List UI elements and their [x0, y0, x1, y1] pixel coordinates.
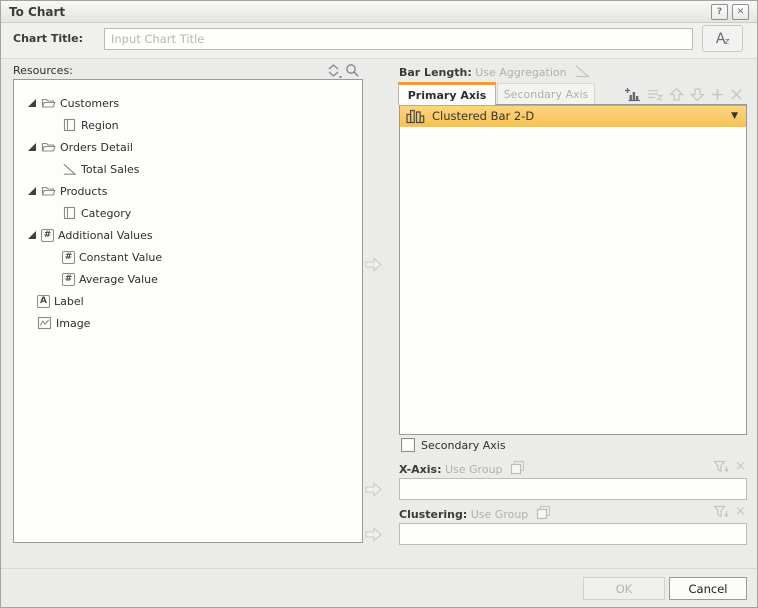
add-series-chart-icon[interactable] [625, 87, 641, 102]
chart-title-input[interactable] [104, 28, 693, 50]
selected-series-row[interactable]: Clustered Bar 2-D ▼ [400, 105, 746, 127]
chart-title-label: Chart Title: [13, 32, 83, 45]
secondary-axis-label: Secondary Axis [421, 439, 506, 452]
expander-icon[interactable] [28, 187, 36, 195]
tree-item[interactable]: # Average Value [14, 268, 362, 290]
titlebar: To Chart ? ✕ [1, 1, 757, 23]
tree-item-label: Category [81, 207, 131, 220]
tree-item[interactable]: # Constant Value [14, 246, 362, 268]
series-list: Clustered Bar 2-D ▼ [399, 104, 747, 435]
tree-item[interactable]: Orders Detail [14, 136, 362, 158]
x-axis-hint: Use Group [445, 463, 503, 476]
number-icon: # [62, 251, 75, 264]
expander-icon[interactable] [28, 99, 36, 107]
tab-secondary-axis[interactable]: Secondary Axis [497, 83, 595, 104]
bar-length-hint: Use Aggregation [475, 66, 566, 79]
x-axis-use-group-icon[interactable] [510, 460, 525, 478]
tree-item-label: Image [56, 317, 90, 330]
x-axis-label: X-Axis: [399, 463, 441, 476]
expander-icon[interactable] [28, 143, 36, 151]
secondary-axis-checkbox[interactable] [401, 438, 415, 452]
number-icon: # [62, 273, 75, 286]
folder-icon [41, 184, 56, 198]
series-list-icon[interactable] [647, 87, 663, 101]
tree-item-label: Orders Detail [60, 141, 133, 154]
image-icon [37, 316, 52, 330]
selected-series-label: Clustered Bar 2-D [432, 109, 731, 123]
tree-item-label: Customers [60, 97, 119, 110]
font-style-button[interactable]: Az [702, 25, 743, 52]
clustered-bar-icon [406, 109, 425, 124]
window-title: To Chart [9, 5, 707, 19]
tree-item-label: Region [81, 119, 119, 132]
folder-icon [41, 96, 56, 110]
tree-item-label: Total Sales [81, 163, 139, 176]
number-icon: # [41, 229, 54, 242]
tree-item-label: Products [60, 185, 108, 198]
label-icon: A [37, 295, 50, 308]
column-icon [62, 118, 77, 132]
remove-icon[interactable] [730, 88, 743, 101]
tree-item[interactable]: Category [14, 202, 362, 224]
close-button[interactable]: ✕ [732, 4, 749, 20]
clustering-clear-icon[interactable]: × [735, 504, 746, 519]
tree-item[interactable]: Image [14, 312, 362, 334]
tree-item[interactable]: A Label [14, 290, 362, 312]
measure-icon [62, 162, 77, 176]
clustering-use-group-icon[interactable] [536, 505, 551, 523]
ok-button[interactable]: OK [583, 577, 665, 600]
dropdown-caret-icon[interactable]: ▼ [731, 111, 738, 121]
tree-item[interactable]: Total Sales [14, 158, 362, 180]
x-axis-filter-icon[interactable] [713, 460, 729, 477]
bar-length-label: Bar Length: [399, 66, 472, 79]
clustering-input[interactable] [399, 523, 747, 545]
x-axis-clear-icon[interactable]: × [735, 459, 746, 474]
resources-tree: Customers Region Orders Detail Total Sales P… [13, 79, 363, 543]
expander-icon[interactable] [28, 231, 36, 239]
move-up-icon[interactable] [669, 87, 684, 102]
move-down-icon[interactable] [690, 87, 705, 102]
tree-item[interactable]: Products [14, 180, 362, 202]
column-icon [62, 206, 77, 220]
tree-item-label: Constant Value [79, 251, 162, 264]
tree-item-label: Additional Values [58, 229, 153, 242]
to-chart-dialog: To Chart ? ✕ Chart Title: Az Resources: … [0, 0, 758, 608]
tree-item[interactable]: Region [14, 114, 362, 136]
transfer-arrow-icon [365, 257, 383, 275]
add-icon[interactable] [711, 88, 724, 101]
resources-label: Resources: [13, 64, 73, 77]
tree-item-label: Average Value [79, 273, 158, 286]
tree-item-label: Label [54, 295, 84, 308]
tree-item[interactable]: # Additional Values [14, 224, 362, 246]
aggregation-icon[interactable] [574, 64, 591, 81]
help-button[interactable]: ? [711, 4, 728, 20]
tree-item[interactable]: Customers [14, 92, 362, 114]
transfer-arrow-icon [365, 527, 383, 545]
clustering-hint: Use Group [471, 508, 529, 521]
transfer-arrow-icon [365, 482, 383, 500]
clustering-label: Clustering: [399, 508, 467, 521]
series-toolbar [625, 85, 743, 103]
folder-icon [41, 140, 56, 154]
cancel-button[interactable]: Cancel [669, 577, 747, 600]
x-axis-input[interactable] [399, 478, 747, 500]
tab-primary-axis[interactable]: Primary Axis [398, 82, 496, 105]
footer-divider [1, 568, 757, 569]
clustering-filter-icon[interactable] [713, 505, 729, 522]
